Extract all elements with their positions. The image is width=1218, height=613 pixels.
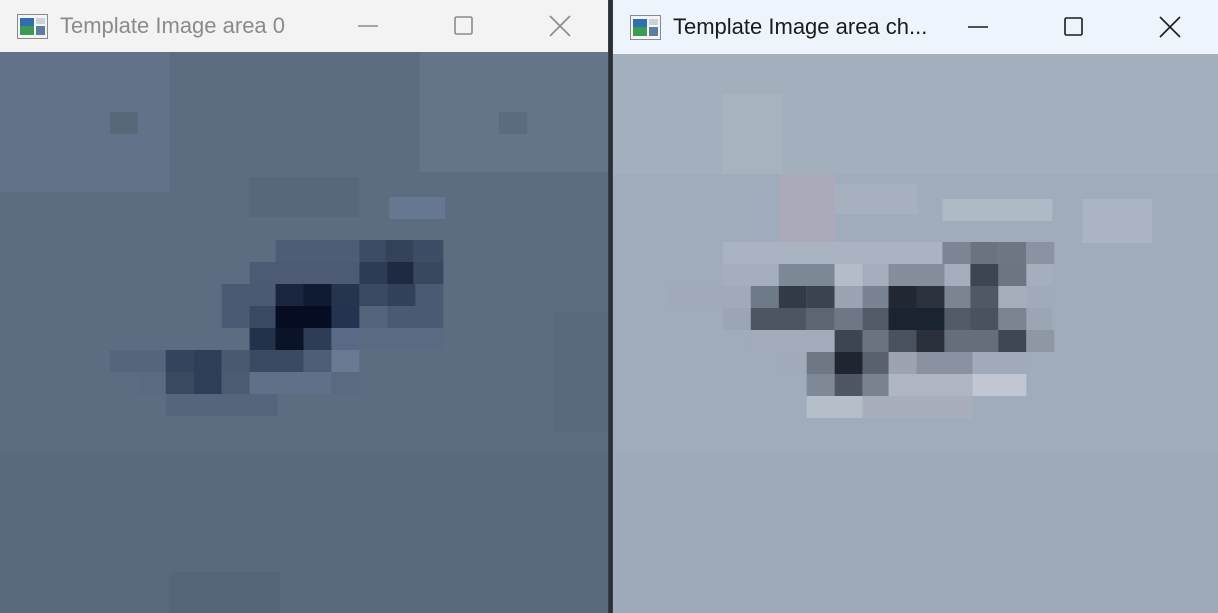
close-button[interactable] xyxy=(512,0,608,52)
maximize-icon xyxy=(1064,17,1083,36)
minimize-icon xyxy=(358,25,378,27)
minimize-icon xyxy=(968,26,988,28)
pixelated-template-image xyxy=(0,52,608,613)
image-app-icon xyxy=(17,13,48,39)
maximize-icon xyxy=(454,16,473,35)
template-image-canvas xyxy=(613,54,1218,613)
minimize-button[interactable] xyxy=(930,0,1026,54)
close-icon xyxy=(1159,16,1181,38)
minimize-button[interactable] xyxy=(320,0,416,52)
close-icon xyxy=(549,15,571,37)
maximize-button[interactable] xyxy=(1026,0,1122,54)
close-button[interactable] xyxy=(1122,0,1218,54)
template-image-canvas xyxy=(0,52,608,613)
titlebar[interactable]: Template Image area ch... xyxy=(613,0,1218,54)
window-title: Template Image area ch... xyxy=(673,14,928,39)
titlebar[interactable]: Template Image area 0 xyxy=(0,0,608,52)
image-app-icon xyxy=(630,14,661,40)
maximize-button[interactable] xyxy=(416,0,512,52)
window-title: Template Image area 0 xyxy=(60,13,286,38)
template-window-area-ch[interactable]: Template Image area ch... xyxy=(612,0,1218,613)
pixelated-template-image xyxy=(613,54,1218,613)
template-window-area-0[interactable]: Template Image area 0 xyxy=(0,0,609,613)
